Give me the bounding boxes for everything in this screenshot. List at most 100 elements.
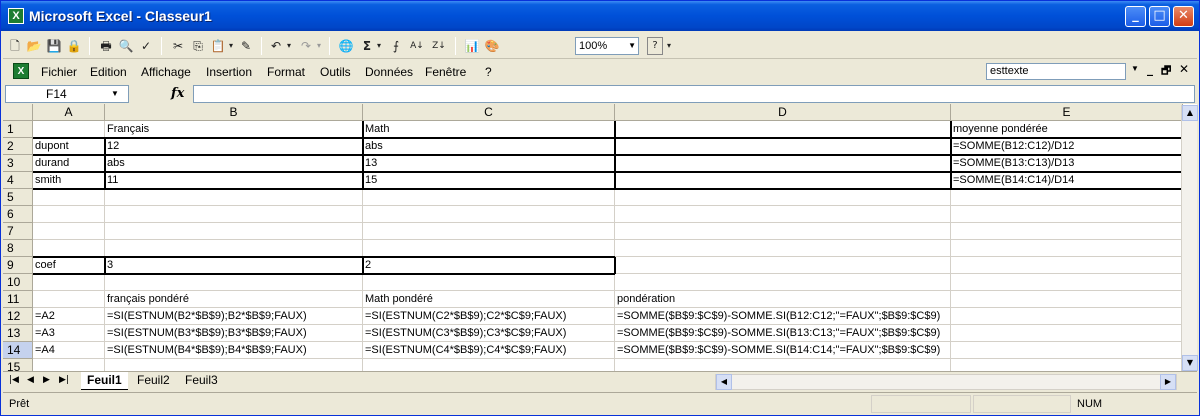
menu-help[interactable]: ?	[485, 65, 492, 79]
cell-b6[interactable]	[105, 206, 363, 223]
row-header-6[interactable]: 6	[3, 206, 33, 223]
row-header-1[interactable]: 1	[3, 121, 33, 138]
cell-b5[interactable]	[105, 189, 363, 206]
cell-c3[interactable]: 13	[363, 155, 615, 172]
cell-e14[interactable]	[951, 342, 1183, 359]
first-sheet-button[interactable]: |◀	[9, 375, 19, 385]
menu-affichage[interactable]: Affichage	[141, 65, 191, 79]
cell-e5[interactable]	[951, 189, 1183, 206]
cell-a6[interactable]	[33, 206, 105, 223]
row-header-10[interactable]: 10	[3, 274, 33, 291]
sort-descending-icon[interactable]: Z↓	[429, 37, 449, 55]
cell-c13[interactable]: =SI(ESTNUM(C3*$B$9);C3*$C$9;FAUX)	[363, 325, 615, 342]
insert-function-icon[interactable]: ⨍	[387, 37, 405, 55]
cell-d5[interactable]	[615, 189, 951, 206]
formula-input[interactable]	[193, 85, 1195, 103]
workbook-restore-button[interactable]: 🗗	[1161, 62, 1171, 81]
spelling-icon[interactable]: ✓	[137, 37, 155, 55]
cell-c8[interactable]	[363, 240, 615, 257]
scroll-left-button[interactable]: ◀	[716, 374, 732, 390]
workbook-minimize-button[interactable]: _	[1147, 62, 1153, 76]
cell-d2[interactable]	[615, 138, 951, 155]
cell-d11[interactable]: pondération	[615, 291, 951, 308]
menu-fichier[interactable]: Fichier	[41, 65, 77, 79]
cell-b3[interactable]: abs	[105, 155, 363, 172]
cell-e2[interactable]: =SOMME(B12:C12)/D12	[951, 138, 1183, 155]
row-header-13[interactable]: 13	[3, 325, 33, 342]
cell-a2[interactable]: dupont	[33, 138, 105, 155]
cell-a8[interactable]	[33, 240, 105, 257]
row-header-3[interactable]: 3	[3, 155, 33, 172]
menu-donnees[interactable]: Données	[365, 65, 413, 79]
save-icon[interactable]: 💾	[45, 37, 63, 55]
row-header-4[interactable]: 4	[3, 172, 33, 189]
cell-b11[interactable]: français pondéré	[105, 291, 363, 308]
row-header-14[interactable]: 14	[3, 342, 33, 359]
cell-a9[interactable]: coef	[33, 257, 105, 274]
cell-e4[interactable]: =SOMME(B14:C14)/D14	[951, 172, 1183, 189]
cell-c2[interactable]: abs	[363, 138, 615, 155]
cell-d12[interactable]: =SOMME($B$9:$C$9)-SOMME.SI(B12:C12;"=FAU…	[615, 308, 951, 325]
cell-d7[interactable]	[615, 223, 951, 240]
column-header-d[interactable]: D	[615, 104, 951, 121]
help-icon[interactable]: ?	[647, 37, 663, 55]
cell-a1[interactable]	[33, 121, 105, 138]
workbook-close-button[interactable]: ✕	[1179, 62, 1189, 76]
close-button[interactable]: ✕	[1173, 6, 1194, 27]
row-header-15[interactable]: 15	[3, 359, 33, 371]
print-preview-icon[interactable]: 🔍	[117, 37, 135, 55]
undo-icon[interactable]: ↶	[267, 37, 285, 55]
prev-sheet-button[interactable]: ◀	[27, 375, 34, 385]
cell-a5[interactable]	[33, 189, 105, 206]
cell-c15[interactable]	[363, 359, 615, 371]
scroll-up-button[interactable]: ▲	[1182, 105, 1198, 121]
row-header-12[interactable]: 12	[3, 308, 33, 325]
menu-format[interactable]: Format	[267, 65, 305, 79]
redo-icon[interactable]: ↷	[297, 37, 315, 55]
cell-d9[interactable]	[615, 257, 951, 274]
row-header-7[interactable]: 7	[3, 223, 33, 240]
cell-a7[interactable]	[33, 223, 105, 240]
new-icon[interactable]: 🗋	[7, 37, 23, 55]
insert-function-fx-icon[interactable]: fx	[171, 86, 184, 101]
cell-d6[interactable]	[615, 206, 951, 223]
cell-e8[interactable]	[951, 240, 1183, 257]
toolbar-options-icon[interactable]: ▾	[665, 37, 673, 55]
vertical-scrollbar[interactable]: ▲ ▼	[1181, 105, 1198, 371]
cell-b4[interactable]: 11	[105, 172, 363, 189]
cell-d8[interactable]	[615, 240, 951, 257]
chevron-down-icon[interactable]: ▼	[628, 38, 636, 54]
cut-icon[interactable]: ✂	[169, 37, 187, 55]
sort-ascending-icon[interactable]: A↓	[407, 37, 427, 55]
cell-b10[interactable]	[105, 274, 363, 291]
cell-a12[interactable]: =A2	[33, 308, 105, 325]
paste-icon[interactable]: 📋	[209, 37, 227, 55]
autosum-dropdown-icon[interactable]: ▾	[375, 37, 383, 55]
autosum-icon[interactable]: Σ	[359, 37, 375, 55]
cell-c12[interactable]: =SI(ESTNUM(C2*$B$9);C2*$C$9;FAUX)	[363, 308, 615, 325]
menu-outils[interactable]: Outils	[320, 65, 351, 79]
chevron-down-icon[interactable]: ▼	[111, 89, 119, 98]
cell-b9[interactable]: 3	[105, 257, 363, 274]
hyperlink-icon[interactable]: 🌐	[337, 37, 355, 55]
cell-a15[interactable]	[33, 359, 105, 371]
horizontal-scrollbar[interactable]: ◀ ▶	[715, 374, 1177, 390]
sheet-tab-feuil2[interactable]: Feuil2	[131, 372, 176, 390]
scroll-down-button[interactable]: ▼	[1182, 355, 1198, 371]
row-header-2[interactable]: 2	[3, 138, 33, 155]
scroll-right-button[interactable]: ▶	[1160, 374, 1176, 390]
cell-e1[interactable]: moyenne pondérée	[951, 121, 1183, 138]
cell-e10[interactable]	[951, 274, 1183, 291]
column-header-c[interactable]: C	[363, 104, 615, 121]
permission-icon[interactable]: 🔒	[65, 37, 83, 55]
cell-c14[interactable]: =SI(ESTNUM(C4*$B$9);C4*$C$9;FAUX)	[363, 342, 615, 359]
cell-d3[interactable]	[615, 155, 951, 172]
column-header-e[interactable]: E	[951, 104, 1183, 121]
format-painter-icon[interactable]: ✎	[237, 37, 255, 55]
chart-wizard-icon[interactable]: 📊	[463, 37, 481, 55]
help-question-input[interactable]: esttexte	[986, 63, 1126, 80]
cell-b14[interactable]: =SI(ESTNUM(B4*$B$9);B4*$B$9;FAUX)	[105, 342, 363, 359]
copy-icon[interactable]: ⎘	[189, 37, 207, 55]
row-header-9[interactable]: 9	[3, 257, 33, 274]
row-header-5[interactable]: 5	[3, 189, 33, 206]
